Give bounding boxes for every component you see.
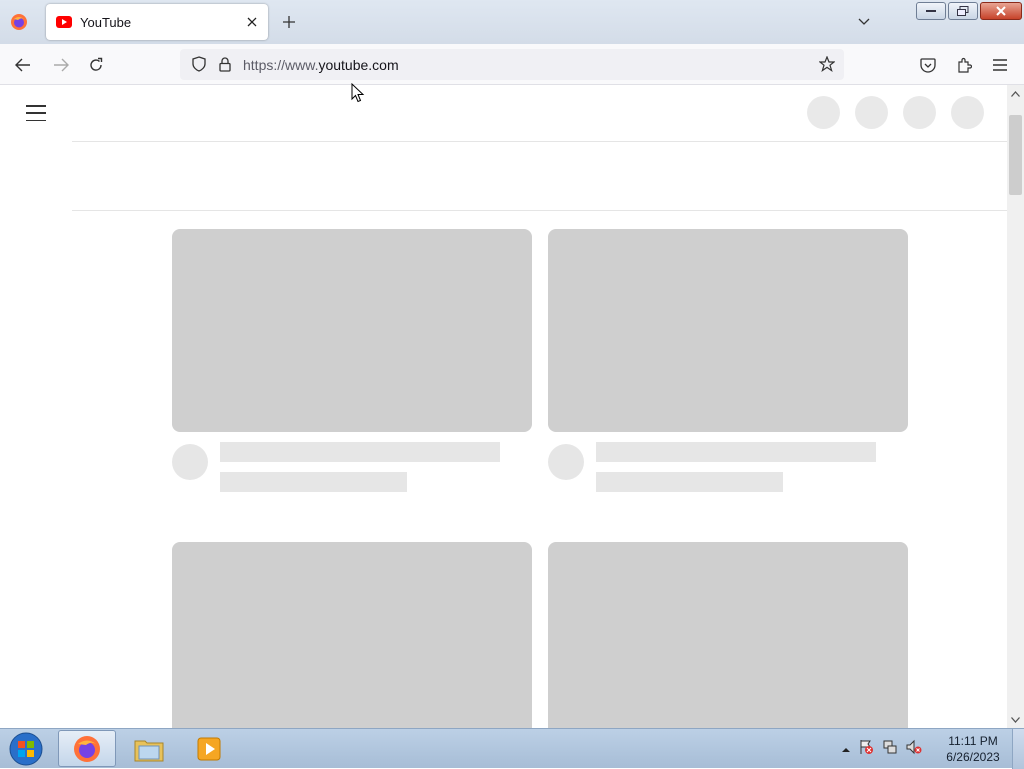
video-thumbnail-placeholder — [172, 229, 532, 432]
title-placeholder — [596, 442, 876, 462]
reload-icon[interactable] — [85, 54, 107, 76]
window-controls — [916, 2, 1022, 20]
url-text[interactable]: https://www.youtube.com — [243, 57, 399, 73]
back-icon[interactable] — [12, 54, 34, 76]
taskbar-firefox-icon[interactable] — [58, 730, 116, 767]
firefox-icon[interactable] — [8, 11, 30, 33]
mouse-cursor-icon — [351, 82, 365, 108]
taskbar-media-player-icon[interactable] — [180, 730, 238, 767]
start-button[interactable] — [6, 731, 46, 767]
action-center-flag-icon[interactable] — [858, 739, 874, 760]
address-bar[interactable]: https://www.youtube.com — [180, 49, 844, 80]
close-window-button[interactable] — [980, 2, 1022, 20]
show-desktop-button[interactable] — [1012, 729, 1024, 769]
url-domain: youtube.com — [318, 57, 399, 73]
taskbar-clock[interactable]: 11:11 PM 6/26/2023 — [940, 733, 1006, 765]
scroll-up-icon[interactable] — [1007, 85, 1024, 102]
navigation-toolbar: https://www.youtube.com — [0, 44, 1024, 85]
app-menu-icon[interactable] — [989, 54, 1011, 76]
youtube-favicon-icon — [56, 16, 72, 28]
scroll-down-icon[interactable] — [1007, 711, 1024, 728]
list-all-tabs-icon[interactable] — [854, 12, 874, 32]
vertical-scrollbar[interactable] — [1007, 85, 1024, 728]
tab-title: YouTube — [80, 14, 132, 30]
header-placeholder-circle — [903, 96, 936, 129]
lock-icon[interactable] — [214, 53, 236, 75]
meta-placeholder — [596, 472, 783, 492]
title-placeholder — [220, 442, 500, 462]
extensions-icon[interactable] — [953, 54, 975, 76]
video-thumbnail-placeholder — [548, 542, 908, 728]
bookmark-star-icon[interactable] — [816, 53, 838, 75]
forward-icon[interactable] — [50, 54, 72, 76]
restore-button[interactable] — [948, 2, 978, 20]
scrollbar-thumb[interactable] — [1009, 115, 1022, 195]
header-placeholder-circle — [855, 96, 888, 129]
system-tray — [842, 729, 922, 769]
header-placeholder-circle — [951, 96, 984, 129]
url-prefix: https://www. — [243, 57, 319, 73]
video-thumbnail-placeholder — [548, 229, 908, 432]
show-hidden-icons-icon[interactable] — [842, 740, 850, 758]
tab-youtube[interactable]: YouTube — [46, 4, 268, 40]
new-tab-icon[interactable] — [279, 12, 299, 32]
clock-date: 6/26/2023 — [946, 750, 1000, 764]
close-tab-icon[interactable] — [242, 12, 262, 32]
network-icon[interactable] — [882, 739, 898, 760]
meta-placeholder — [220, 472, 407, 492]
volume-muted-icon[interactable] — [906, 739, 922, 760]
tracking-protection-shield-icon[interactable] — [188, 53, 210, 75]
video-thumbnail-placeholder — [172, 542, 532, 728]
taskbar-file-explorer-icon[interactable] — [120, 730, 178, 767]
tab-strip: YouTube — [0, 0, 1024, 44]
taskbar: 11:11 PM 6/26/2023 — [0, 728, 1024, 769]
channel-avatar-placeholder — [172, 444, 208, 480]
youtube-page — [0, 85, 1007, 728]
minimize-button[interactable] — [916, 2, 946, 20]
divider — [72, 141, 1007, 142]
divider — [72, 210, 1007, 211]
guide-menu-icon[interactable] — [26, 105, 46, 121]
channel-avatar-placeholder — [548, 444, 584, 480]
header-placeholder-circle — [807, 96, 840, 129]
clock-time: 11:11 PM — [948, 734, 998, 748]
pocket-icon[interactable] — [917, 54, 939, 76]
